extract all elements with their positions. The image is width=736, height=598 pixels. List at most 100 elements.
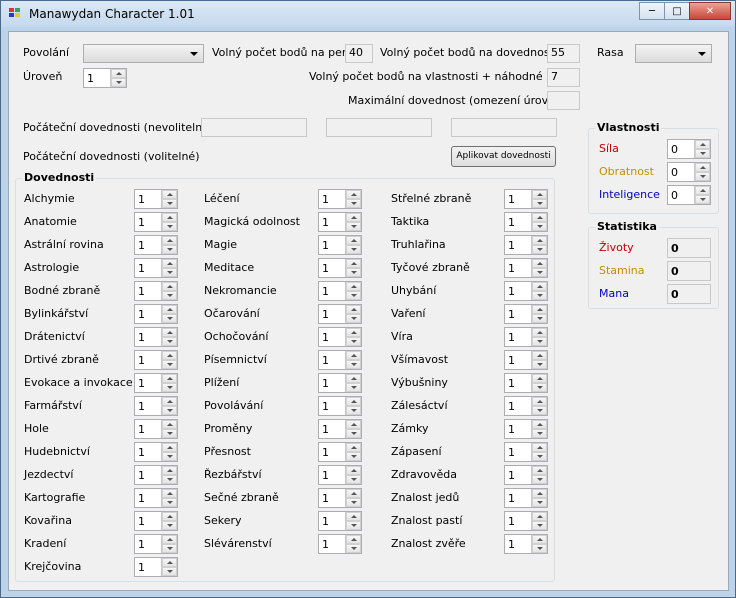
skill-spinner[interactable]: 1	[318, 281, 362, 301]
spin-down-button[interactable]	[346, 406, 361, 415]
skill-spinner[interactable]: 1	[318, 442, 362, 462]
spin-up-button[interactable]	[346, 512, 361, 521]
spin-down-button[interactable]	[532, 360, 547, 369]
skill-spinner[interactable]: 1	[134, 557, 178, 577]
skill-spinner[interactable]: 1	[504, 511, 548, 531]
skill-spinner[interactable]: 1	[504, 327, 548, 347]
spin-down-button[interactable]	[162, 406, 177, 415]
aplikovat-dovednosti-button[interactable]: Aplikovat dovednosti	[451, 146, 556, 167]
spin-down-button[interactable]	[532, 314, 547, 323]
title-bar[interactable]: Manawydan Character 1.01 ─ □ ✕	[1, 1, 735, 27]
spin-down-button[interactable]	[162, 452, 177, 461]
spin-up-button[interactable]	[532, 351, 547, 360]
skill-spinner[interactable]: 1	[504, 304, 548, 324]
skill-spinner[interactable]: 1	[318, 465, 362, 485]
spin-up-button[interactable]	[532, 259, 547, 268]
spin-down-button[interactable]	[346, 452, 361, 461]
spin-up-button[interactable]	[162, 259, 177, 268]
spin-up-button[interactable]	[532, 305, 547, 314]
spin-down-button[interactable]	[346, 314, 361, 323]
spin-down-button[interactable]	[346, 268, 361, 277]
spin-up-button[interactable]	[532, 374, 547, 383]
spin-up-button[interactable]	[532, 489, 547, 498]
spin-up-button[interactable]	[162, 213, 177, 222]
spin-up-button[interactable]	[162, 351, 177, 360]
spin-down-button[interactable]	[346, 498, 361, 507]
spin-down-button[interactable]	[695, 172, 710, 181]
spin-down-button[interactable]	[162, 521, 177, 530]
rasa-combo[interactable]	[635, 44, 712, 63]
spin-down-button[interactable]	[532, 521, 547, 530]
vlastnost-spinner[interactable]: 0	[667, 139, 711, 159]
skill-spinner[interactable]: 1	[318, 304, 362, 324]
spin-up-button[interactable]	[532, 213, 547, 222]
spin-up-button[interactable]	[346, 282, 361, 291]
spin-up-button[interactable]	[346, 443, 361, 452]
skill-spinner[interactable]: 1	[318, 212, 362, 232]
skill-spinner[interactable]: 1	[134, 465, 178, 485]
skill-spinner[interactable]: 1	[318, 327, 362, 347]
spin-down-button[interactable]	[346, 544, 361, 553]
spin-up-button[interactable]	[532, 420, 547, 429]
skill-spinner[interactable]: 1	[134, 235, 178, 255]
skill-spinner[interactable]: 1	[504, 488, 548, 508]
spin-up-button[interactable]	[346, 374, 361, 383]
skill-spinner[interactable]: 1	[134, 511, 178, 531]
spin-up-button[interactable]	[346, 397, 361, 406]
spin-down-button[interactable]	[346, 360, 361, 369]
spin-up-button[interactable]	[532, 190, 547, 199]
spin-down-button[interactable]	[346, 245, 361, 254]
spin-down-button[interactable]	[162, 383, 177, 392]
spin-up-button[interactable]	[346, 236, 361, 245]
spin-down-button[interactable]	[162, 544, 177, 553]
skill-spinner[interactable]: 1	[318, 419, 362, 439]
spin-up-button[interactable]	[346, 351, 361, 360]
spin-up-button[interactable]	[695, 186, 710, 195]
spin-down-button[interactable]	[695, 149, 710, 158]
skill-spinner[interactable]: 1	[318, 511, 362, 531]
maximize-button[interactable]: □	[664, 2, 690, 20]
spin-down-button[interactable]	[532, 337, 547, 346]
spin-up-button[interactable]	[162, 420, 177, 429]
spin-down-button[interactable]	[346, 521, 361, 530]
skill-spinner[interactable]: 1	[504, 212, 548, 232]
spin-down-button[interactable]	[695, 195, 710, 204]
skill-spinner[interactable]: 1	[318, 258, 362, 278]
spin-up-button[interactable]	[532, 443, 547, 452]
spin-down-button[interactable]	[162, 360, 177, 369]
spin-up-button[interactable]	[162, 328, 177, 337]
skill-spinner[interactable]: 1	[134, 304, 178, 324]
spin-down-button[interactable]	[532, 222, 547, 231]
spin-down-button[interactable]	[111, 78, 126, 87]
spin-up-button[interactable]	[532, 282, 547, 291]
spin-up-button[interactable]	[162, 489, 177, 498]
spin-down-button[interactable]	[532, 429, 547, 438]
skill-spinner[interactable]: 1	[504, 258, 548, 278]
spin-down-button[interactable]	[346, 291, 361, 300]
skill-spinner[interactable]: 1	[318, 488, 362, 508]
skill-spinner[interactable]: 1	[504, 281, 548, 301]
skill-spinner[interactable]: 1	[134, 442, 178, 462]
spin-down-button[interactable]	[532, 475, 547, 484]
spin-up-button[interactable]	[346, 305, 361, 314]
spin-down-button[interactable]	[346, 337, 361, 346]
spin-down-button[interactable]	[346, 383, 361, 392]
spin-up-button[interactable]	[162, 443, 177, 452]
skill-spinner[interactable]: 1	[318, 189, 362, 209]
skill-spinner[interactable]: 1	[504, 189, 548, 209]
spin-down-button[interactable]	[532, 544, 547, 553]
spin-up-button[interactable]	[162, 236, 177, 245]
spin-up-button[interactable]	[532, 236, 547, 245]
spin-down-button[interactable]	[162, 268, 177, 277]
spin-down-button[interactable]	[162, 222, 177, 231]
spin-down-button[interactable]	[346, 222, 361, 231]
spin-up-button[interactable]	[346, 259, 361, 268]
spin-up-button[interactable]	[532, 512, 547, 521]
spin-up-button[interactable]	[532, 466, 547, 475]
spin-down-button[interactable]	[162, 429, 177, 438]
skill-spinner[interactable]: 1	[134, 258, 178, 278]
vlastnost-spinner[interactable]: 0	[667, 185, 711, 205]
skill-spinner[interactable]: 1	[134, 373, 178, 393]
skill-spinner[interactable]: 1	[134, 488, 178, 508]
spin-up-button[interactable]	[162, 535, 177, 544]
